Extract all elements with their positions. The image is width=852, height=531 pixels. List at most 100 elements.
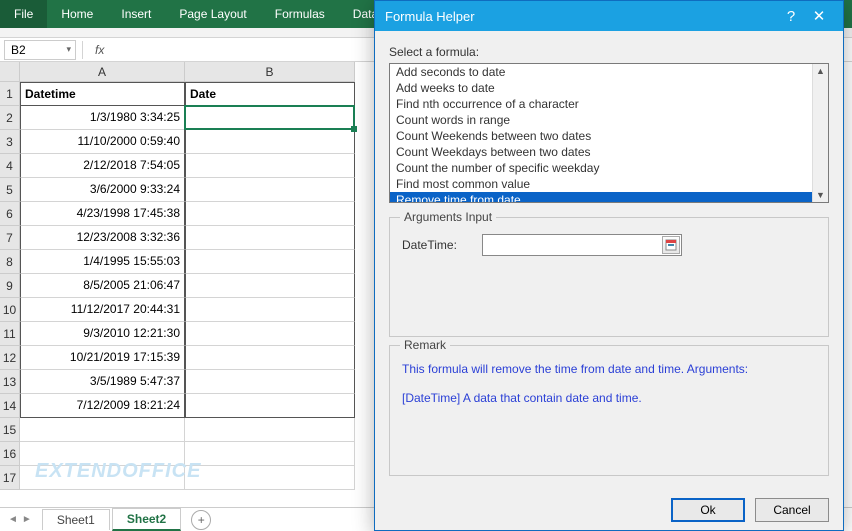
cell[interactable] (185, 106, 355, 130)
cell[interactable]: 2/12/2018 7:54:05 (20, 154, 185, 178)
cell[interactable]: 12/23/2008 3:32:36 (20, 226, 185, 250)
row-header[interactable]: 15 (0, 418, 20, 442)
arguments-legend: Arguments Input (400, 210, 496, 224)
row-header[interactable]: 4 (0, 154, 20, 178)
row-header[interactable]: 11 (0, 322, 20, 346)
fx-icon[interactable]: fx (95, 43, 104, 57)
fill-handle[interactable] (351, 126, 357, 132)
cell[interactable] (185, 418, 355, 442)
scroll-down-icon[interactable]: ▼ (814, 188, 827, 202)
ribbon-tab-file[interactable]: File (0, 0, 47, 28)
row-header[interactable]: 3 (0, 130, 20, 154)
cell[interactable]: 1/3/1980 3:34:25 (20, 106, 185, 130)
help-button[interactable]: ? (777, 8, 805, 25)
cell[interactable] (20, 418, 185, 442)
dialog-title: Formula Helper (385, 9, 475, 24)
select-formula-label: Select a formula: (389, 45, 829, 59)
list-item[interactable]: Find most common value (390, 176, 812, 192)
row-headers: 1 2 3 4 5 6 7 8 9 10 11 12 13 14 15 16 1… (0, 82, 20, 490)
list-item[interactable]: Count Weekdays between two dates (390, 144, 812, 160)
formula-helper-dialog: Formula Helper ? ✕ Select a formula: Add… (374, 0, 844, 531)
row-header[interactable]: 14 (0, 394, 20, 418)
dialog-footer: Ok Cancel (375, 490, 843, 530)
grid[interactable]: Datetime Date 1/3/1980 3:34:25 11/10/200… (20, 82, 355, 490)
list-item[interactable]: Count Weekends between two dates (390, 128, 812, 144)
tab-nav-first-icon[interactable]: ◄ (8, 514, 18, 525)
name-box[interactable]: B2 (4, 40, 76, 60)
row-header[interactable]: 13 (0, 370, 20, 394)
arguments-fieldset: Arguments Input DateTime: (389, 217, 829, 337)
ribbon-tab-page-layout[interactable]: Page Layout (165, 0, 260, 28)
cell[interactable]: 1/4/1995 15:55:03 (20, 250, 185, 274)
sheet-tab-sheet1[interactable]: Sheet1 (42, 509, 110, 530)
column-header-b[interactable]: B (185, 62, 355, 82)
cell[interactable] (185, 250, 355, 274)
cell[interactable] (185, 394, 355, 418)
sheet-tab-sheet2[interactable]: Sheet2 (112, 508, 181, 531)
cell[interactable] (185, 466, 355, 490)
row-header[interactable]: 2 (0, 106, 20, 130)
dialog-titlebar[interactable]: Formula Helper ? ✕ (375, 1, 843, 31)
remark-text-1: This formula will remove the time from d… (402, 358, 816, 381)
row-header[interactable]: 7 (0, 226, 20, 250)
remark-text-2: [DateTime] A data that contain date and … (402, 387, 816, 410)
row-header[interactable]: 9 (0, 274, 20, 298)
scroll-up-icon[interactable]: ▲ (814, 64, 827, 78)
cell[interactable]: 11/10/2000 0:59:40 (20, 130, 185, 154)
row-header[interactable]: 16 (0, 442, 20, 466)
range-select-icon[interactable] (662, 236, 680, 254)
dialog-body: Select a formula: Add seconds to date Ad… (375, 31, 843, 490)
row-header[interactable]: 6 (0, 202, 20, 226)
cell[interactable]: 4/23/1998 17:45:38 (20, 202, 185, 226)
cell[interactable]: 11/12/2017 20:44:31 (20, 298, 185, 322)
cell[interactable] (185, 346, 355, 370)
select-all-corner[interactable] (0, 62, 20, 82)
cell[interactable] (185, 154, 355, 178)
cell[interactable] (185, 274, 355, 298)
ribbon-tab-home[interactable]: Home (47, 0, 107, 28)
formula-listbox[interactable]: Add seconds to date Add weeks to date Fi… (389, 63, 829, 203)
cell[interactable] (185, 226, 355, 250)
cell[interactable] (185, 298, 355, 322)
cell[interactable]: 3/5/1989 5:47:37 (20, 370, 185, 394)
close-button[interactable]: ✕ (805, 7, 833, 25)
tab-nav-last-icon[interactable]: ► (22, 514, 32, 525)
separator (82, 41, 83, 59)
add-sheet-button[interactable]: + (191, 510, 211, 530)
list-item[interactable]: Find nth occurrence of a character (390, 96, 812, 112)
datetime-input[interactable] (482, 234, 682, 256)
cell[interactable]: 10/21/2019 17:15:39 (20, 346, 185, 370)
ribbon-tab-insert[interactable]: Insert (107, 0, 165, 28)
cell[interactable]: 7/12/2009 18:21:24 (20, 394, 185, 418)
cell[interactable] (185, 202, 355, 226)
row-header[interactable]: 5 (0, 178, 20, 202)
cell[interactable] (185, 178, 355, 202)
cell-b1[interactable]: Date (185, 82, 355, 106)
row-header[interactable]: 1 (0, 82, 20, 106)
cancel-button[interactable]: Cancel (755, 498, 829, 522)
listbox-scrollbar[interactable]: ▲ ▼ (812, 64, 828, 202)
row-header[interactable]: 8 (0, 250, 20, 274)
row-header[interactable]: 10 (0, 298, 20, 322)
cell-a1[interactable]: Datetime (20, 82, 185, 106)
cell[interactable] (185, 370, 355, 394)
row-header[interactable]: 12 (0, 346, 20, 370)
cell[interactable] (185, 322, 355, 346)
watermark: EXTENDOFFICE (35, 460, 201, 483)
column-header-a[interactable]: A (20, 62, 185, 82)
list-item[interactable]: Count the number of specific weekday (390, 160, 812, 176)
cell[interactable]: 8/5/2005 21:06:47 (20, 274, 185, 298)
ribbon-tab-formulas[interactable]: Formulas (261, 0, 339, 28)
cell[interactable] (185, 130, 355, 154)
row-header[interactable]: 17 (0, 466, 20, 490)
ok-button[interactable]: Ok (671, 498, 745, 522)
cell[interactable] (185, 442, 355, 466)
cell[interactable]: 3/6/2000 9:33:24 (20, 178, 185, 202)
list-item-selected[interactable]: Remove time from date (390, 192, 812, 202)
cell[interactable]: 9/3/2010 12:21:30 (20, 322, 185, 346)
remark-legend: Remark (400, 338, 450, 352)
list-item[interactable]: Add seconds to date (390, 64, 812, 80)
tab-navigation: ◄ ► (0, 514, 40, 525)
list-item[interactable]: Add weeks to date (390, 80, 812, 96)
list-item[interactable]: Count words in range (390, 112, 812, 128)
